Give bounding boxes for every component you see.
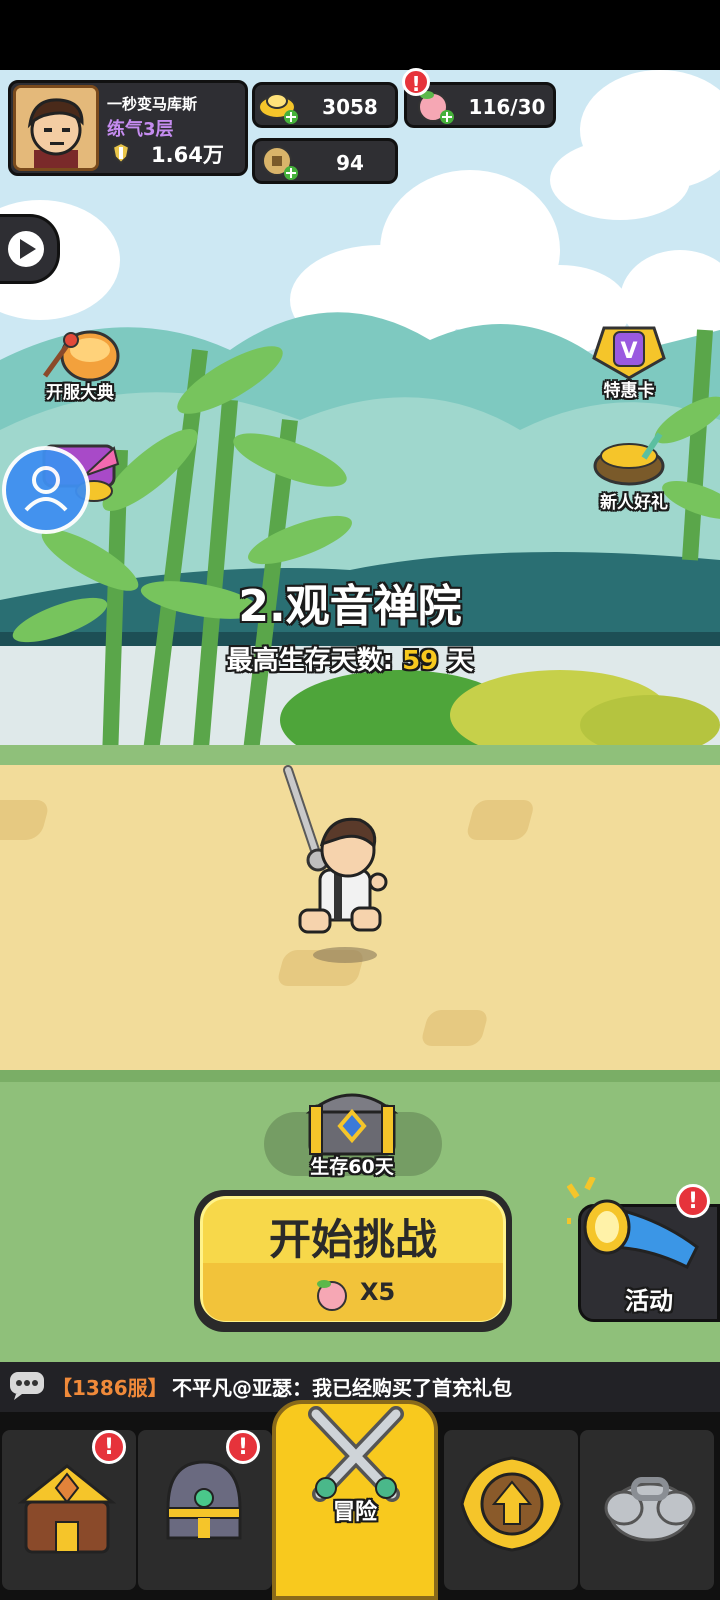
best-survival-suffix: 天 <box>447 646 474 676</box>
floating-assistant-button[interactable] <box>2 446 90 534</box>
helmet-icon <box>166 1460 242 1540</box>
peach-amount: 116/30 <box>468 95 546 119</box>
activity-alert-badge: ! <box>676 1184 710 1218</box>
user-icon <box>24 466 68 512</box>
chat-message: 不平凡@亚瑟：我已经购买了首充礼包 <box>172 1376 512 1400</box>
upgrade-arrow-icon <box>460 1456 564 1552</box>
gold-ingot-icon <box>257 87 299 125</box>
player-realm: 练气3层 <box>107 119 174 140</box>
coin-amount: 94 <box>336 151 364 175</box>
player-name: 一秒变马库斯 <box>107 95 198 113</box>
shop-alert-badge: ! <box>92 1430 126 1464</box>
survival-chest-button[interactable] <box>302 1082 402 1162</box>
play-icon <box>8 231 44 267</box>
player-power: 1.64万 <box>151 143 224 167</box>
stage-title: 2.观音禅院 <box>238 581 462 632</box>
start-challenge-cost: X5 <box>360 1278 396 1306</box>
server-launch-event-label: 开服大典 <box>46 383 114 403</box>
treasure-chest-icon <box>305 1093 399 1156</box>
newbie-gift-label: 新人好礼 <box>600 493 668 513</box>
avatar[interactable] <box>13 85 99 171</box>
start-challenge-button[interactable]: 开始挑战 X5 <box>194 1190 512 1332</box>
special-card-label: 特惠卡 <box>603 381 655 401</box>
coin-currency[interactable]: 94 <box>252 138 398 184</box>
vip-card-icon: V <box>592 326 666 380</box>
best-survival-value: 59 <box>402 646 439 676</box>
svg-text:V: V <box>620 339 637 364</box>
cloud-lock-icon <box>604 1477 696 1542</box>
survival-chest-label: 生存60天 <box>310 1156 394 1178</box>
hero-character[interactable] <box>270 760 400 960</box>
play-button[interactable] <box>0 214 60 284</box>
equipment-alert-badge: ! <box>226 1430 260 1464</box>
special-card-button[interactable]: V 特惠卡 <box>584 318 674 408</box>
server-launch-event-button[interactable]: 开服大典 <box>30 326 130 406</box>
copper-coin-icon <box>257 143 299 181</box>
chat-server-tag: 【1386服】 <box>52 1376 168 1400</box>
nav-upgrade[interactable] <box>444 1430 578 1590</box>
nav-adventure[interactable]: 冒险 <box>272 1400 438 1600</box>
player-profile[interactable]: 一秒变马库斯 练气3层 1.64万 <box>8 80 248 176</box>
chat-icon <box>8 1368 46 1402</box>
status-bar <box>0 0 720 70</box>
peach-alert-badge: ! <box>402 68 430 96</box>
gold-amount: 3058 <box>322 95 378 119</box>
power-icon <box>109 141 133 165</box>
activity-label: 活动 <box>625 1287 673 1315</box>
start-challenge-label: 开始挑战 <box>268 1215 437 1264</box>
best-survival-days: 最高生存天数: 59 天 <box>0 640 700 677</box>
gold-currency[interactable]: 3058 <box>252 82 398 128</box>
drum-icon <box>42 330 120 382</box>
peach-cost-icon <box>312 1274 352 1314</box>
shop-icon <box>17 1464 117 1554</box>
activity-button[interactable]: 活动 <box>567 1177 720 1322</box>
nav-locked[interactable] <box>580 1430 714 1590</box>
best-survival-prefix: 最高生存天数: <box>226 646 394 676</box>
treasure-pot-icon <box>593 432 665 486</box>
newbie-gift-button[interactable]: 新人好礼 <box>584 430 684 520</box>
nav-adventure-label: 冒险 <box>332 1500 377 1525</box>
start-challenge-lower <box>203 1263 503 1321</box>
